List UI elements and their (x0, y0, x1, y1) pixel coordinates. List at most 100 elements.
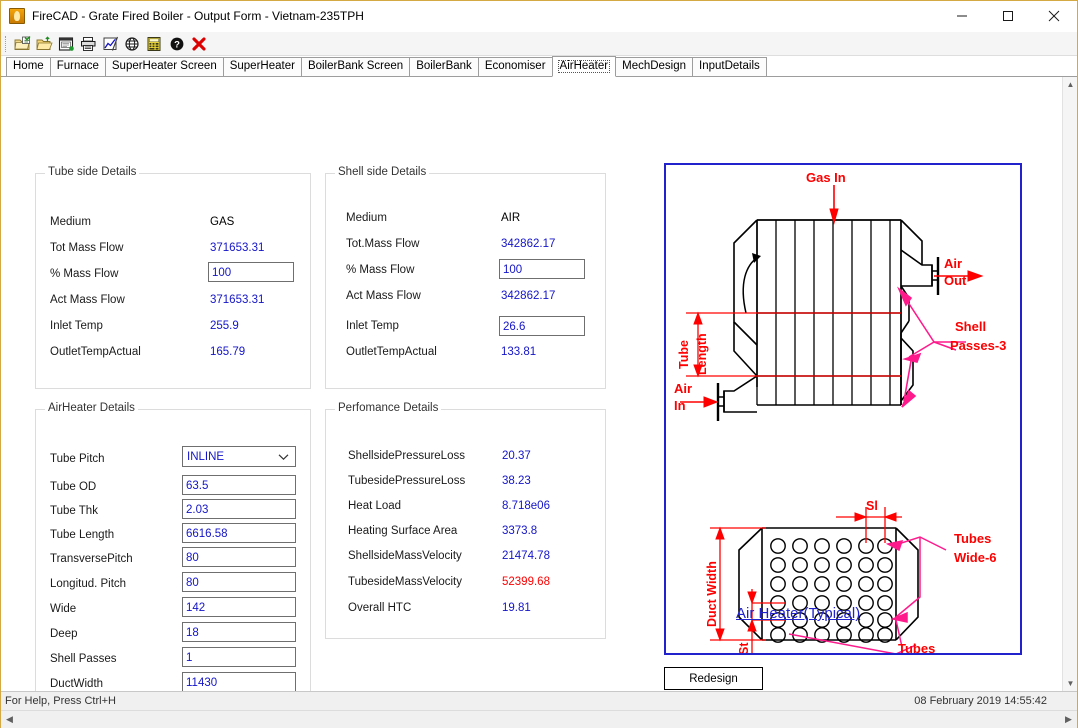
diagram-caption[interactable]: Air Heater(Typical) (736, 605, 860, 622)
chevron-down-icon (278, 447, 289, 466)
tab-mechdesign[interactable]: MechDesign (615, 57, 694, 76)
save-icon[interactable] (56, 34, 77, 54)
status-bar: For Help, Press Ctrl+H 08 February 2019 … (1, 691, 1077, 710)
print-icon[interactable] (78, 34, 99, 54)
tab-label: BoilerBank (416, 60, 472, 73)
tube-outlet-temp-actual-label: OutletTempActual (50, 346, 141, 358)
firecad-flame-icon (9, 8, 25, 24)
client-area: Tube side Details Medium GAS Tot Mass Fl… (1, 77, 1077, 691)
open-folder-icon[interactable] (34, 34, 55, 54)
air-heater-diagram: Gas In Air Out Air In Tube Length Shell … (664, 163, 1022, 655)
shell-act-mass-flow-label: Act Mass Flow (346, 290, 421, 302)
wide-label: Wide (50, 603, 77, 615)
tab-superheater[interactable]: SuperHeater (222, 57, 302, 76)
tubes-wide-label-line1: Tubes (954, 531, 991, 546)
tab-label: Home (13, 60, 44, 73)
heat-load-label: Heat Load (348, 500, 402, 512)
calculator-icon[interactable] (144, 34, 165, 54)
panel-title: AirHeater Details (45, 402, 138, 414)
longitudinal-pitch-input[interactable]: 80 (182, 572, 296, 592)
air-in-label-line1: Air (674, 381, 692, 396)
status-help-text: For Help, Press Ctrl+H (5, 695, 116, 707)
scroll-right-arrow[interactable]: ▶ (1060, 710, 1077, 728)
tab-boilerbank-screen[interactable]: BoilerBank Screen (300, 57, 411, 76)
shellside-mass-velocity-value: 21474.78 (502, 550, 550, 562)
tube-pitch-label: Tube Pitch (50, 453, 105, 465)
tab-label: SuperHeater Screen (111, 60, 217, 73)
minimize-icon[interactable] (939, 1, 985, 32)
duct-width-label: Duct Width (705, 561, 719, 627)
panel-title: Shell side Details (335, 166, 430, 178)
sl-label: Sl (866, 499, 878, 513)
chart-icon[interactable] (100, 34, 121, 54)
transverse-pitch-input[interactable]: 80 (182, 547, 296, 567)
close-icon[interactable] (1031, 1, 1077, 32)
tab-label: Economiser (484, 60, 546, 73)
vertical-scrollbar[interactable]: ▲ ▼ (1062, 77, 1077, 691)
tubes-deep-label-line1: Tubes (898, 641, 935, 653)
tab-economiser[interactable]: Economiser (477, 57, 553, 76)
shell-medium-label: Medium (346, 212, 387, 224)
close-red-x-icon[interactable] (188, 34, 209, 54)
globe-icon[interactable] (122, 34, 143, 54)
tube-thk-label: Tube Thk (50, 505, 98, 517)
shell-tot-mass-flow-label: Tot.Mass Flow (346, 238, 420, 250)
shell-inlet-temp-input[interactable]: 26.6 (499, 316, 585, 336)
shell-side-details-panel: Shell side Details Medium AIR Tot.Mass F… (325, 166, 606, 389)
panel-title: Tube side Details (45, 166, 140, 178)
deep-input[interactable]: 18 (182, 622, 296, 642)
window-controls (939, 1, 1077, 32)
air-out-label-line2: Out (944, 273, 967, 288)
airheater-details-panel: AirHeater Details Tube Pitch INLINE Tube… (35, 402, 311, 691)
horizontal-scrollbar[interactable]: ◀ ▶ (1, 710, 1077, 728)
redesign-button[interactable]: Redesign (664, 667, 763, 690)
tab-inputdetails[interactable]: InputDetails (692, 57, 767, 76)
wide-input[interactable]: 142 (182, 597, 296, 617)
tab-label: Furnace (56, 60, 99, 73)
tube-act-mass-flow-label: Act Mass Flow (50, 294, 125, 306)
tube-inlet-temp-value: 255.9 (210, 320, 239, 332)
tab-furnace[interactable]: Furnace (49, 57, 106, 76)
tab-home[interactable]: Home (6, 57, 51, 76)
panel-title: Perfomance Details (335, 402, 442, 414)
tube-tot-mass-flow-label: Tot Mass Flow (50, 242, 124, 254)
shell-passes-input[interactable]: 1 (182, 647, 296, 667)
duct-width-input[interactable]: 11430 (182, 672, 296, 691)
tube-medium-label: Medium (50, 216, 91, 228)
scroll-up-arrow[interactable]: ▲ (1063, 77, 1077, 92)
tab-airheater[interactable]: AirHeater (551, 56, 617, 77)
tubeside-mass-velocity-label: TubesideMassVelocity (348, 576, 462, 588)
tube-od-input[interactable]: 63.5 (182, 475, 296, 495)
tab-label: AirHeater (557, 59, 611, 74)
scroll-left-arrow[interactable]: ◀ (1, 710, 18, 728)
shell-pct-mass-flow-input[interactable]: 100 (499, 259, 585, 279)
heating-surface-area-value: 3373.8 (502, 525, 538, 537)
title-bar: FireCAD - Grate Fired Boiler - Output Fo… (1, 1, 1077, 32)
tube-thk-input[interactable]: 2.03 (182, 499, 296, 519)
tube-pct-mass-flow-input[interactable]: 100 (208, 262, 294, 282)
scroll-down-arrow[interactable]: ▼ (1063, 676, 1077, 691)
shell-inlet-temp-label: Inlet Temp (346, 320, 399, 332)
new-file-icon[interactable] (12, 34, 33, 54)
svg-text:?: ? (174, 39, 180, 50)
deep-label: Deep (50, 628, 78, 640)
shell-passes-label: Shell Passes (50, 653, 117, 665)
tab-boilerbank[interactable]: BoilerBank (409, 57, 479, 76)
tube-pitch-select[interactable]: INLINE (182, 446, 296, 467)
tube-length-input[interactable]: 6616.58 (182, 523, 296, 543)
maximize-icon[interactable] (985, 1, 1031, 32)
shell-act-mass-flow-value: 342862.17 (501, 290, 556, 302)
help-icon[interactable]: ? (166, 34, 187, 54)
tube-length-label: Tube Length (50, 529, 115, 541)
tubeside-pressure-loss-value: 38.23 (502, 475, 531, 487)
tab-superheater-screen[interactable]: SuperHeater Screen (104, 57, 224, 76)
air-out-label-line1: Air (944, 256, 962, 271)
shell-passes-label-line2: Passes-3 (950, 338, 1006, 353)
tube-medium-value: GAS (210, 216, 235, 228)
application-window: FireCAD - Grate Fired Boiler - Output Fo… (0, 0, 1078, 728)
duct-width-label: DuctWidth (50, 678, 104, 690)
tube-pct-mass-flow-label: % Mass Flow (50, 268, 119, 280)
shell-passes-label-line1: Shell (955, 319, 986, 334)
tube-outlet-temp-actual-value: 165.79 (210, 346, 246, 358)
scroll-track[interactable] (18, 710, 1060, 728)
